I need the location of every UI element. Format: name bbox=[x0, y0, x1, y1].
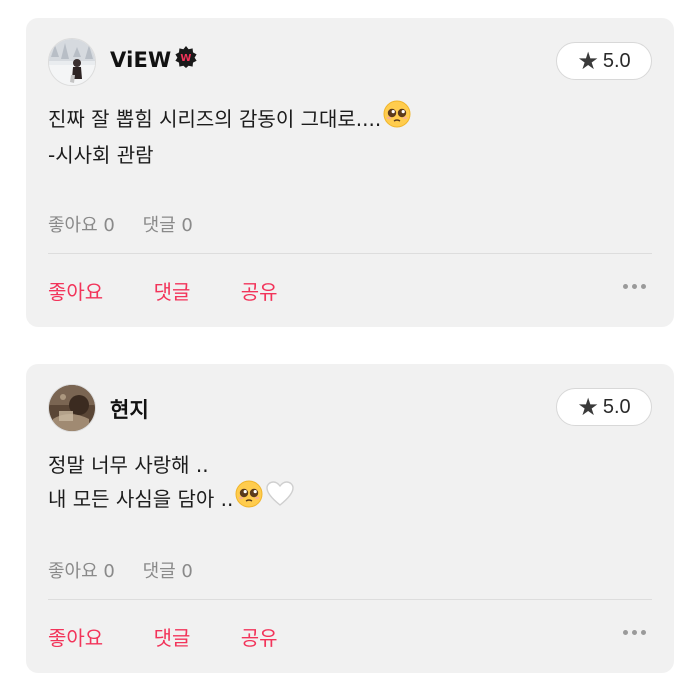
review-text-line: 정말 너무 사랑해 .. bbox=[48, 453, 209, 477]
comment-button[interactable]: 댓글 bbox=[154, 626, 191, 650]
username-text: 현지 bbox=[110, 398, 150, 422]
comments-count: 댓글 0 bbox=[142, 215, 193, 236]
comment-button[interactable]: 댓글 bbox=[154, 280, 191, 304]
pleading-face-emoji-icon bbox=[383, 100, 411, 138]
review-text: 정말 너무 사랑해 .. 내 모든 사심을 담아 .. bbox=[48, 448, 652, 518]
star-icon: ★ bbox=[577, 47, 599, 75]
like-button[interactable]: 좋아요 bbox=[48, 280, 103, 304]
comments-count: 댓글 0 bbox=[142, 561, 193, 582]
avatar[interactable] bbox=[48, 38, 96, 86]
review-stats: 좋아요 0 댓글 0 bbox=[48, 211, 215, 237]
review-actions: 좋아요 댓글 공유 bbox=[48, 276, 322, 305]
review-text-line-content: 내 모든 사심을 담아 .. bbox=[48, 487, 234, 511]
more-dots-icon[interactable] bbox=[623, 630, 646, 635]
rating-value: 5.0 bbox=[602, 395, 631, 418]
review-actions: 좋아요 댓글 공유 bbox=[48, 622, 322, 651]
review-header: 현지 ★ 5.0 bbox=[48, 384, 652, 434]
like-button[interactable]: 좋아요 bbox=[48, 626, 103, 650]
rating-value: 5.0 bbox=[602, 49, 631, 72]
share-button[interactable]: 공유 bbox=[241, 626, 278, 650]
divider bbox=[48, 253, 652, 254]
verified-badge-icon: W bbox=[175, 45, 197, 73]
rating-pill: ★ 5.0 bbox=[556, 42, 652, 80]
review-header: ViEW W ★ 5.0 bbox=[48, 38, 652, 88]
rating-pill: ★ 5.0 bbox=[556, 388, 652, 426]
avatar[interactable] bbox=[48, 384, 96, 432]
review-card: 현지 ★ 5.0 정말 너무 사랑해 .. 내 모든 사심을 담아 .. 좋아요… bbox=[26, 364, 674, 673]
review-stats: 좋아요 0 댓글 0 bbox=[48, 557, 215, 583]
star-icon: ★ bbox=[577, 393, 599, 421]
review-text-line-content: 진짜 잘 뽑힘 시리즈의 감동이 그대로.... bbox=[48, 107, 382, 131]
review-card: ViEW W ★ 5.0 진짜 잘 뽑힘 시리즈의 감동이 그대로.... -시… bbox=[26, 18, 674, 327]
share-button[interactable]: 공유 bbox=[241, 280, 278, 304]
username[interactable]: 현지 bbox=[110, 394, 149, 424]
username[interactable]: ViEW W bbox=[110, 45, 197, 73]
white-heart-emoji-icon bbox=[265, 480, 295, 518]
review-text-line: 내 모든 사심을 담아 .. bbox=[48, 480, 652, 518]
likes-count: 좋아요 0 bbox=[48, 561, 115, 582]
review-text-line: 진짜 잘 뽑힘 시리즈의 감동이 그대로.... bbox=[48, 100, 652, 138]
more-dots-icon[interactable] bbox=[623, 284, 646, 289]
pleading-face-emoji-icon bbox=[235, 480, 263, 518]
likes-count: 좋아요 0 bbox=[48, 215, 115, 236]
review-text-line: -시사회 관람 bbox=[48, 142, 154, 167]
svg-text:W: W bbox=[181, 53, 192, 64]
divider bbox=[48, 599, 652, 600]
review-text: 진짜 잘 뽑힘 시리즈의 감동이 그대로.... -시사회 관람 bbox=[48, 100, 652, 172]
username-text: ViEW bbox=[110, 48, 172, 72]
